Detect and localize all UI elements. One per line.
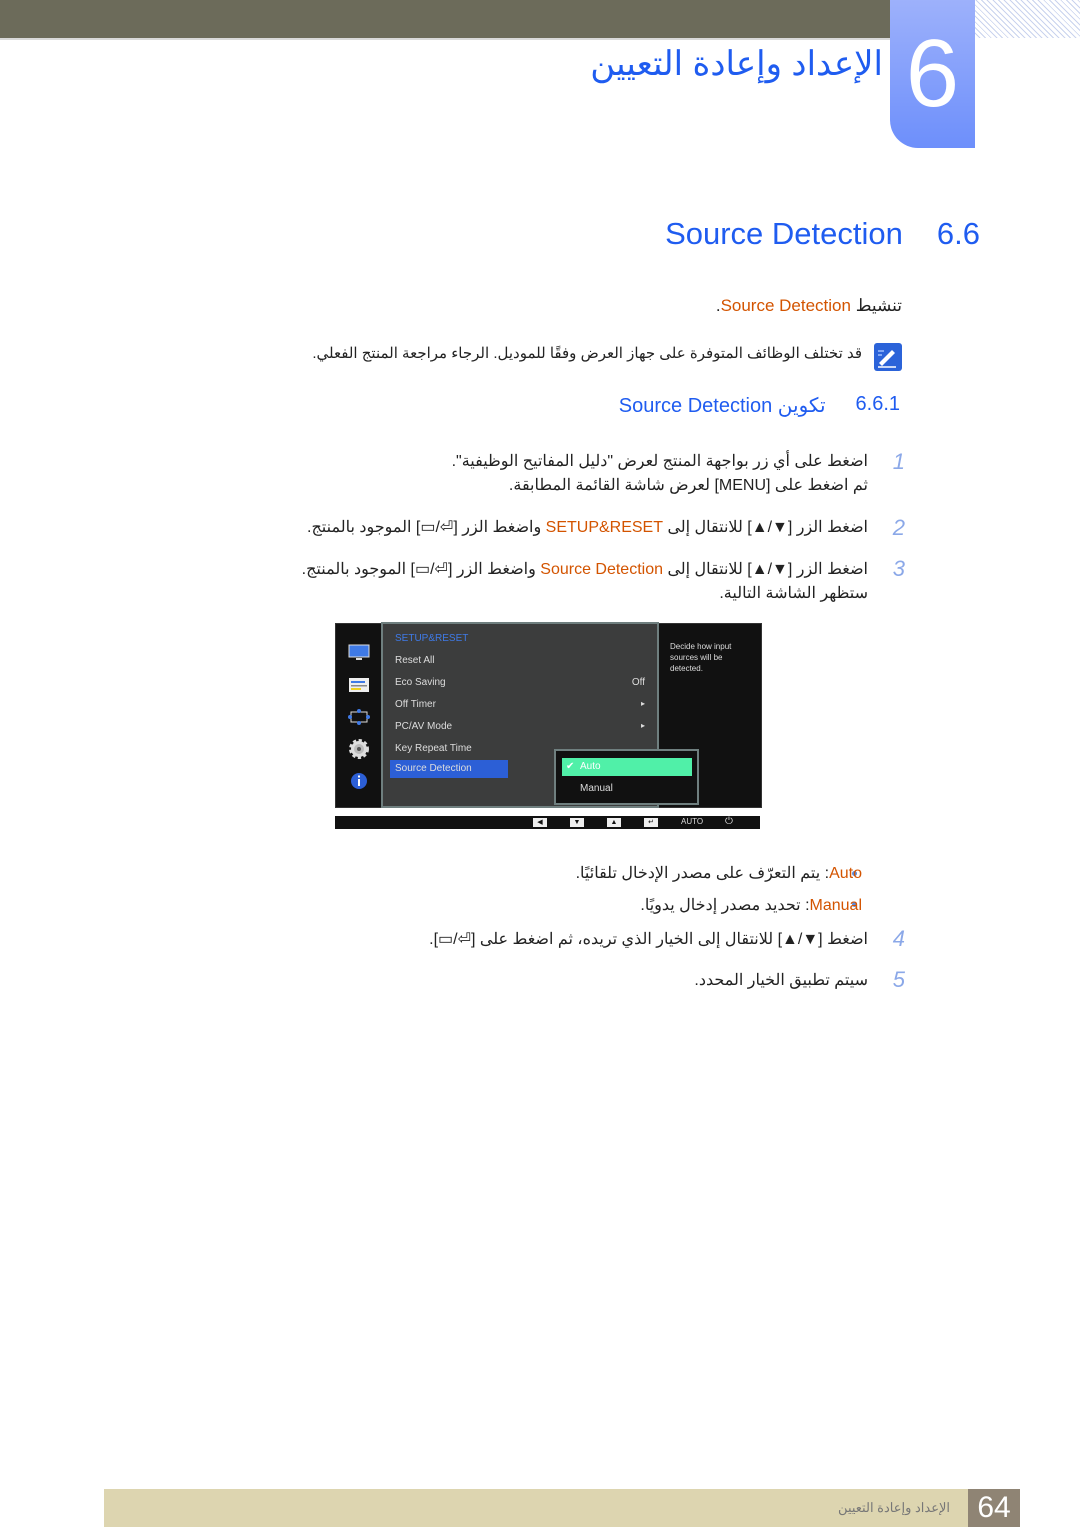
step-2-pre: اضغط الزر [▼/▲] للانتقال إلى xyxy=(663,519,868,536)
osd-item-label: Source Detection xyxy=(395,763,472,774)
osd-item-off-timer[interactable]: Off Timer ▸ xyxy=(395,699,645,710)
subsection-title: تكوين Source Detection xyxy=(618,395,826,417)
section-number: 6.6 xyxy=(936,216,980,251)
step-number: 1 xyxy=(892,449,905,474)
activate-term: Source Detection xyxy=(720,296,851,315)
osd-menu-panel: SETUP&RESET Reset All Eco Saving Off Off … xyxy=(381,622,699,808)
header-bar xyxy=(0,0,890,38)
osd-menu-screenshot: SETUP&RESET Reset All Eco Saving Off Off … xyxy=(335,622,762,808)
note-text: قد تختلف الوظائف المتوفرة على جهاز العرض… xyxy=(312,345,862,362)
chapter-title: الإعداد وإعادة التعيين xyxy=(590,45,883,83)
note-pencil-icon xyxy=(874,343,902,371)
option-manual: Manual: تحديد مصدر إدخال يدويًا. xyxy=(640,895,862,915)
step-1-line-1: اضغط على أي زر بواجهة المنتج لعرض "دليل … xyxy=(451,453,868,470)
osd-option-auto[interactable]: ✔ Auto xyxy=(562,758,692,776)
osd-help-text: Decide how input sources will be detecte… xyxy=(670,642,732,673)
osd-item-source-detection[interactable]: Source Detection xyxy=(390,760,508,778)
step-1: اضغط على أي زر بواجهة المنتج لعرض "دليل … xyxy=(452,450,868,498)
header-rule xyxy=(0,38,890,40)
gear-icon xyxy=(349,739,369,759)
osd-item-pc-av-mode[interactable]: PC/AV Mode ▸ xyxy=(395,721,645,732)
step-number: 4 xyxy=(892,926,905,951)
option-term: Auto xyxy=(829,865,862,882)
osd-menu-header: SETUP&RESET xyxy=(395,633,469,644)
step-3-term: Source Detection xyxy=(540,561,663,578)
subsection-heading: تكوين Source Detection 6.6.1 xyxy=(619,393,900,418)
left-arrow-button-icon: ◀ xyxy=(533,818,547,827)
osd-item-value: Off xyxy=(631,677,645,688)
step-2-term: SETUP&RESET xyxy=(545,519,663,536)
osd-item-reset-all[interactable]: Reset All xyxy=(395,655,645,666)
osd-item-label: Off Timer xyxy=(395,699,436,710)
osd-item-label: Reset All xyxy=(395,655,435,666)
subsection-number: 6.6.1 xyxy=(855,393,900,415)
section-title: Source Detection xyxy=(665,216,903,251)
step-3: اضغط الزر [▼/▲] للانتقال إلى Source Dete… xyxy=(302,558,868,606)
enter-button-icon: ↵ xyxy=(644,818,658,827)
osd-item-label: Eco Saving xyxy=(395,677,446,688)
osd-item-label: Key Repeat Time xyxy=(395,743,472,754)
option-auto: Auto: يتم التعرّف على مصدر الإدخال تلقائ… xyxy=(576,863,862,883)
chapter-number-badge: 6 xyxy=(890,0,975,148)
step-3-pre: اضغط الزر [▼/▲] للانتقال إلى xyxy=(663,561,868,578)
option-desc: : يتم التعرّف على مصدر الإدخال تلقائيًا. xyxy=(575,865,830,882)
info-icon xyxy=(351,773,367,789)
step-number: 5 xyxy=(892,967,905,992)
step-number: 3 xyxy=(892,556,905,581)
step-1-line-2: ثم اضغط على [MENU] لعرض شاشة القائمة الم… xyxy=(508,477,868,494)
position-icon xyxy=(348,709,370,725)
down-arrow-button-icon: ▼ xyxy=(570,818,584,827)
power-icon: ⏻ xyxy=(725,816,733,827)
step-2-post: واضغط الزر [⏎/▭] الموجود بالمنتج. xyxy=(307,519,546,536)
option-desc: : تحديد مصدر إدخال يدويًا. xyxy=(640,897,810,914)
osd-item-label: PC/AV Mode xyxy=(395,721,453,732)
monitor-icon xyxy=(348,644,370,660)
checkmark-icon: ✔ xyxy=(566,761,575,772)
auto-button-label: AUTO xyxy=(681,817,704,826)
osd-option-label: Manual xyxy=(580,783,613,794)
step-5: سيتم تطبيق الخيار المحدد. xyxy=(694,972,868,989)
osd-option-manual[interactable]: Manual xyxy=(562,780,692,798)
osd-option-label: Auto xyxy=(580,761,601,772)
step-4: اضغط [▼/▲] للانتقال إلى الخيار الذي تريد… xyxy=(429,931,868,948)
footer-chapter-title: الإعداد وإعادة التعيين xyxy=(838,1500,950,1515)
activate-line: تنشيط Source Detection. xyxy=(716,296,902,316)
step-3-line-2: ستظهر الشاشة التالية. xyxy=(719,585,868,602)
header-hatch-decoration xyxy=(975,0,1080,38)
arrow-right-icon: ▸ xyxy=(640,721,645,730)
osd-side-icons xyxy=(336,624,381,807)
osd-submenu: ✔ Auto Manual xyxy=(554,749,699,805)
step-3-post: واضغط الزر [⏎/▭] الموجود بالمنتج. xyxy=(301,561,541,578)
activate-prefix: تنشيط xyxy=(850,296,902,315)
section-heading: Source Detection 6.6 xyxy=(665,216,980,252)
osd-button-guide: ◀ ▼ ▲ ↵ AUTO ⏻ xyxy=(335,816,760,829)
page-number: 64 xyxy=(968,1489,1020,1527)
up-arrow-button-icon: ▲ xyxy=(607,818,621,827)
picture-settings-icon xyxy=(349,678,369,692)
osd-item-eco-saving[interactable]: Eco Saving Off xyxy=(395,677,645,688)
chapter-number: 6 xyxy=(905,20,960,127)
step-2: اضغط الزر [▼/▲] للانتقال إلى SETUP&RESET… xyxy=(307,516,868,540)
step-number: 2 xyxy=(892,515,905,540)
page-footer: الإعداد وإعادة التعيين 64 xyxy=(104,1489,1020,1527)
arrow-right-icon: ▸ xyxy=(640,699,645,708)
option-term: Manual xyxy=(809,897,862,914)
